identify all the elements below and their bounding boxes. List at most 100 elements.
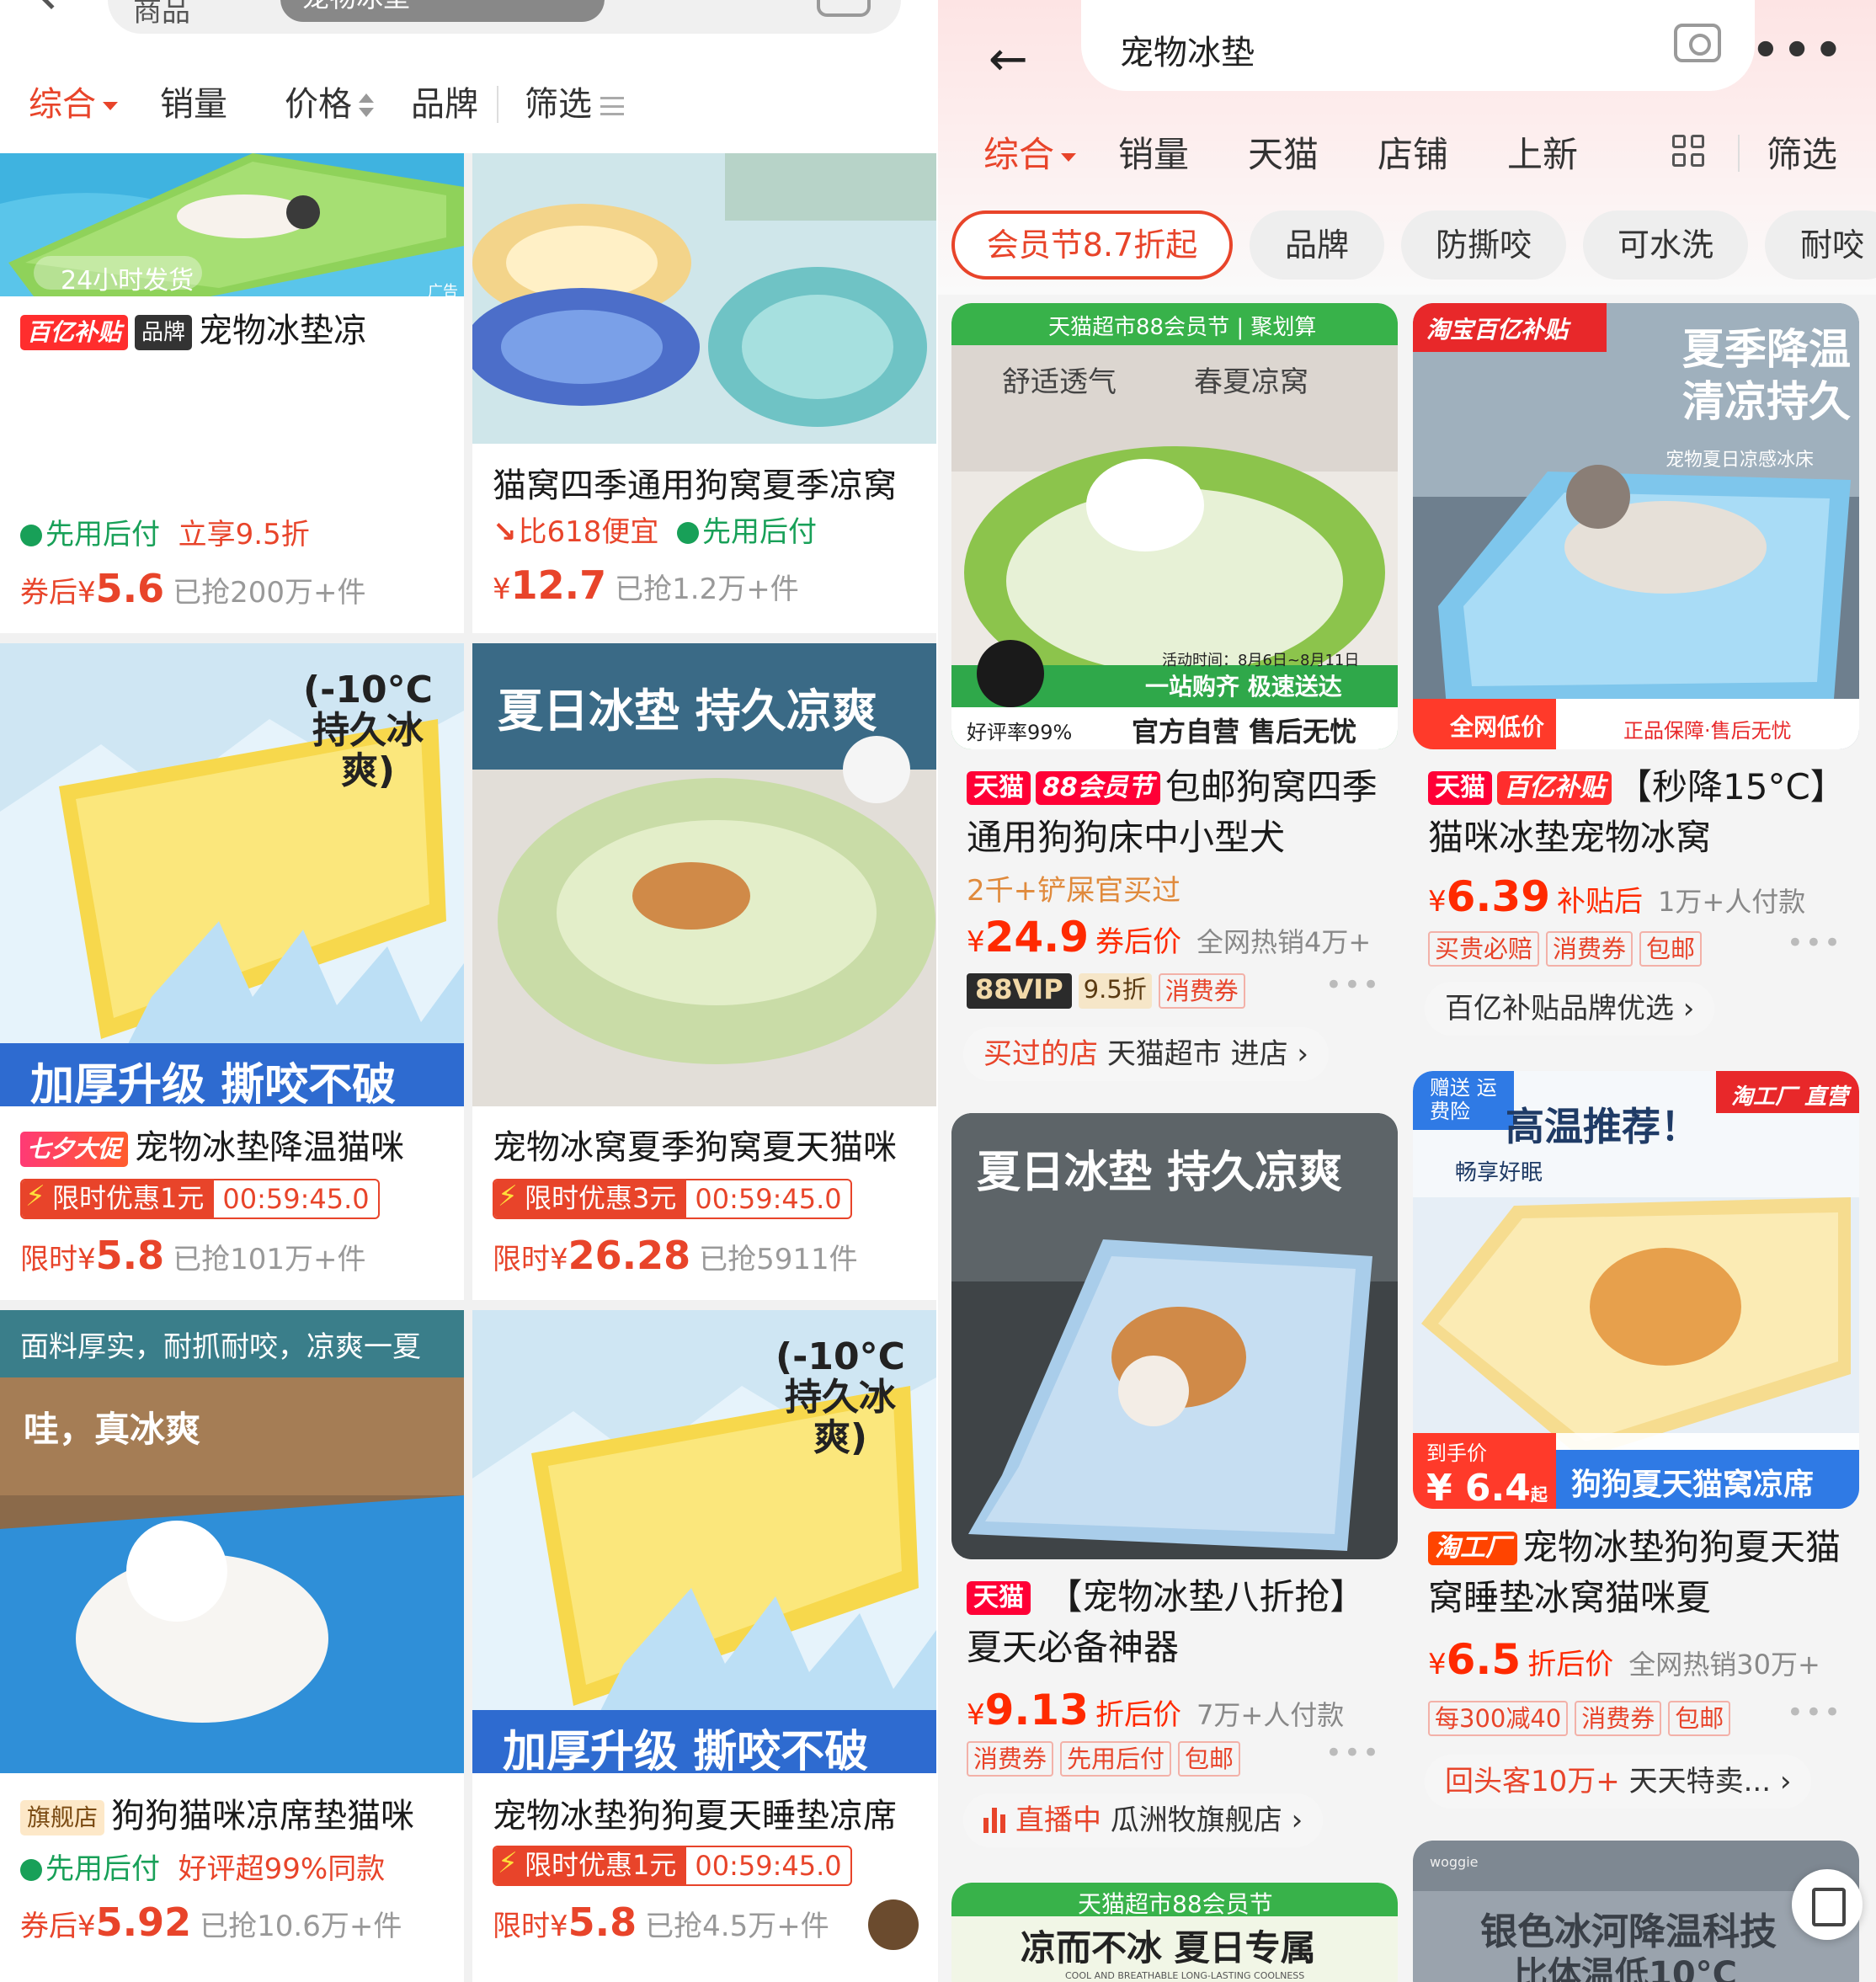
product-title: 淘工厂 宠物冰垫狗狗夏天猫窝睡垫冰窝猫咪夏 [1428, 1526, 1841, 1618]
product-title: 天猫 88会员节 包邮狗窝四季通用狗狗床中小型犬 [967, 766, 1378, 858]
search-scope[interactable]: 商品 [133, 0, 190, 29]
promo-badge: 七夕大促 [20, 1132, 129, 1167]
tab-comprehensive[interactable]: 综合 [983, 126, 1077, 178]
product-subtitle: 2千+铲屎官买过 [967, 874, 1181, 908]
product-card[interactable]: 天猫超市88会员节 凉而不冰 夏日专属 COOL AND BREATHABLE … [951, 1883, 1398, 1982]
product-card[interactable]: 24小时发货 广告 百亿补贴 品牌 宠物冰垫凉 [0, 153, 464, 423]
search-bar[interactable]: 商品 宠物冰垫 [108, 0, 901, 34]
factory-tag: 淘工厂 [1428, 1532, 1517, 1565]
store-link[interactable]: 直播中 瓜洲牧旗舰店 › [963, 1793, 1324, 1847]
search-bar[interactable]: 宠物冰垫 [1081, 0, 1755, 91]
sort-tab-sales[interactable]: 销量 [160, 77, 227, 131]
product-card[interactable]: (-10°C 持久冰爽) 加厚升级 撕咬不破 七夕大促宠物冰垫降温猫咪 限时优惠… [0, 643, 464, 1300]
left-screenshot-pane: 商品 宠物冰垫 综合 销量 价格 品牌 筛选 24小时发货 广告 百亿补贴品牌宠… [0, 0, 936, 1982]
product-card[interactable]: 面料厚实，耐抓耐咬，凉爽一夏 哇，真冰爽 旗舰店 狗狗猫咪凉席垫猫咪 先用后付 好… [0, 1310, 464, 1982]
product-tags: 先用后付 立享9.5折 [20, 511, 310, 552]
sort-tab-price[interactable]: 价格 [285, 77, 376, 131]
image-price-label: 到手价 [1426, 1441, 1487, 1465]
product-title: 宠物冰窝夏季狗窝夏天猫咪 [493, 1128, 897, 1167]
divider [1738, 135, 1740, 172]
image-banner: 狗狗夏天猫窝凉席 [1571, 1468, 1815, 1502]
image-text: 夏日冰垫 持久凉爽 [498, 685, 877, 738]
image-brand: woggie [1430, 1854, 1479, 1870]
product-price: ¥24.9 券后价 全网热销4万+ [967, 913, 1372, 962]
limited-offer-timer: 限时优惠3元00:59:45.0 [493, 1179, 852, 1219]
tab-tmall[interactable]: 天猫 [1248, 126, 1319, 178]
image-badge: 淘宝百亿补贴 [1426, 316, 1569, 344]
image-date: 活动时间：8月6日~8月11日 [1162, 652, 1360, 669]
search-query[interactable]: 宠物冰垫 [1120, 25, 1255, 74]
product-title: 七夕大促 宠物冰垫降温猫咪 [20, 1120, 450, 1169]
product-card[interactable]: 淘宝百亿补贴 夏季降温 清凉持久 宠物夏日凉感冰床 全网低价 正品保障·售后无忧 … [1413, 303, 1859, 1044]
chip-member-sale[interactable]: 会员节8.7折起 [951, 210, 1233, 280]
product-price: ¥6.5 折后价 全网热销30万+ [1428, 1635, 1820, 1684]
filter-icon [600, 97, 624, 115]
image-subtext: 宠物夏日凉感冰床 [1665, 450, 1815, 471]
product-image [472, 153, 936, 444]
image-price: ¥ 6.4起 [1426, 1467, 1548, 1510]
store-link[interactable]: 买过的店 天猫超市 进店 › [963, 1027, 1330, 1081]
camera-icon[interactable] [1674, 24, 1721, 62]
tmall-tag: 天猫 [967, 771, 1031, 805]
back-arrow-icon[interactable]: ← [989, 32, 1028, 87]
tab-sales[interactable]: 销量 [1118, 126, 1189, 178]
product-benefits: 每300减40 消费券 包邮 [1428, 1701, 1731, 1736]
edit-icon[interactable] [1792, 1869, 1863, 1940]
live-icon [983, 1808, 1009, 1833]
image-rating: 好评率99% [967, 721, 1073, 744]
image-text: 夏日冰垫 持久凉爽 [977, 1148, 1343, 1198]
divider [497, 86, 498, 123]
product-card[interactable]: 赠送 运费险 淘工厂 直营 高温推荐！ 畅享好眠 到手价 ¥ 6.4起 狗狗夏天… [1413, 1071, 1859, 1812]
more-options-icon[interactable]: ••• [1787, 1696, 1842, 1729]
product-price: 券后¥5.92 已抢10.6万+件 [20, 1899, 402, 1945]
tab-new[interactable]: 上新 [1507, 126, 1578, 178]
image-headline: 凉而不冰 夏日专属 [1021, 1927, 1316, 1969]
product-card[interactable]: 天猫超市88会员节 | 聚划算 舒适透气 春夏凉窝 活动时间：8月6日~8月11… [951, 303, 1398, 1103]
image-text: 春夏凉窝 [1194, 365, 1308, 399]
filter-button[interactable]: 筛选 [525, 77, 624, 131]
product-price: ¥9.13 折后价 7万+人付款 [967, 1686, 1345, 1734]
product-card[interactable]: 夏日冰垫 持久凉爽 宠物冰窝夏季狗窝夏天猫咪 限时优惠3元00:59:45.0 … [472, 643, 936, 1300]
tab-stores[interactable]: 店铺 [1378, 126, 1448, 178]
member-fest-tag: 88会员节 [1036, 771, 1160, 805]
more-icon[interactable]: ••• [1751, 25, 1846, 76]
image-subtext: 畅享好眠 [1455, 1160, 1543, 1185]
camera-icon[interactable] [817, 0, 871, 17]
store-link[interactable]: 百亿补贴品牌优选 › [1425, 982, 1715, 1036]
sort-tab-comprehensive[interactable]: 综合 [29, 77, 118, 131]
more-options-icon[interactable]: ••• [1787, 926, 1842, 960]
product-image [0, 1310, 464, 1773]
tmall-tag: 天猫 [1428, 771, 1492, 805]
image-subtext: 比体温低10°C [1514, 1955, 1738, 1982]
chip-bite-proof[interactable]: 防撕咬 [1401, 210, 1566, 280]
grid-view-icon[interactable] [1672, 135, 1706, 168]
shield-icon [20, 1859, 42, 1881]
product-card[interactable]: (-10°C 持久冰爽) 加厚升级 撕咬不破 宠物冰垫狗狗夏天睡垫凉席 限时优惠… [472, 1310, 936, 1982]
filter-button[interactable]: 筛选 [1767, 126, 1837, 178]
image-headline: 高温推荐！ [1506, 1104, 1699, 1149]
sort-tab-brand[interactable]: 品牌 [411, 77, 478, 131]
image-lowest-price: 全网低价 [1450, 713, 1545, 741]
product-title: 宠物冰垫狗狗夏天睡垫凉席 [493, 1797, 897, 1835]
brand-badge: 品牌 [135, 315, 193, 350]
product-tags: 先用后付 好评超99%同款 [20, 1846, 385, 1887]
chip-brand[interactable]: 品牌 [1250, 210, 1384, 280]
search-query-chip[interactable]: 宠物冰垫 [280, 0, 605, 22]
product-card[interactable]: 夏日冰垫 持久凉爽 天猫 【宠物冰垫八折抢】夏天必备神器 ¥9.13 折后价 7万+… [951, 1113, 1398, 1854]
image-banner: 加厚升级 撕咬不破 [30, 1060, 397, 1111]
product-title: 天猫 百亿补贴 【秒降15°C】猫咪冰垫宠物冰窝 [1428, 766, 1846, 858]
store-link[interactable]: 回头客10万+ 天天特卖... › [1425, 1755, 1812, 1809]
product-benefits: 88VIP 9.5折 消费券 [967, 973, 1245, 1009]
more-options-icon[interactable]: ••• [1325, 968, 1381, 1002]
image-text: (-10°C 持久冰爽) [775, 1335, 905, 1459]
product-card[interactable]: 猫窝四季通用狗窝夏季凉窝 ↘比618便宜 先用后付 ¥12.7 已抢1.2万+件 [472, 153, 936, 633]
chip-durable[interactable]: 耐咬 [1765, 210, 1876, 280]
back-icon[interactable] [30, 0, 72, 10]
product-price: 限时¥26.28 已抢5911件 [493, 1233, 858, 1278]
ad-label: 广告 [428, 283, 458, 301]
chip-washable[interactable]: 可水洗 [1583, 210, 1748, 280]
more-options-icon[interactable]: ••• [1325, 1736, 1381, 1770]
product-card-info[interactable]: 先用后付 立享9.5折 券后¥5.6 已抢200万+件 [0, 423, 464, 633]
seller-avatar[interactable] [868, 1899, 919, 1950]
image-brand: 淘工厂 直营 [1731, 1084, 1849, 1110]
